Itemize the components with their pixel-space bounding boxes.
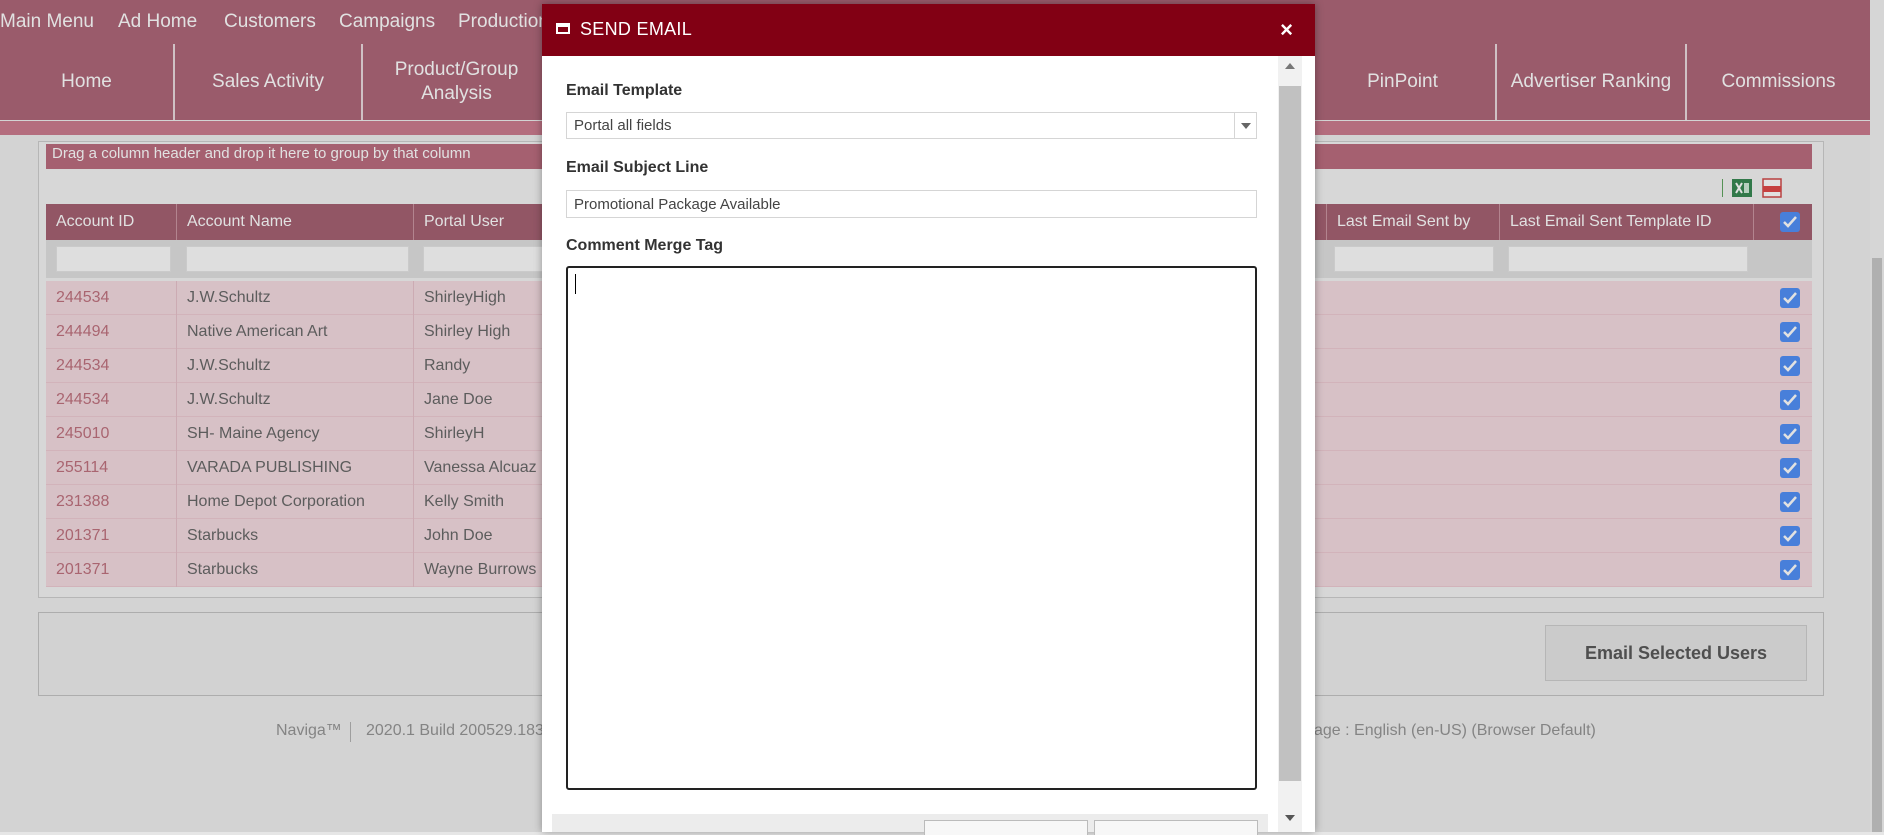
dialog-title: SEND EMAIL: [580, 19, 693, 39]
send-email-dialog: SEND EMAIL × Email Template Portal all f…: [542, 4, 1315, 835]
close-icon[interactable]: ×: [1280, 17, 1293, 43]
dialog-scrollbar-thumb[interactable]: [1279, 86, 1301, 781]
dialog-footer-button-2[interactable]: [1094, 820, 1258, 835]
up-triangle: [1285, 63, 1295, 69]
email-template-select[interactable]: Portal all fields: [566, 112, 1257, 139]
dialog-body: Email Template Portal all fields Email S…: [542, 56, 1276, 826]
dialog-scrollbar[interactable]: [1278, 56, 1302, 832]
dialog-footer: [552, 814, 1268, 835]
dialog-titlebar: SEND EMAIL ×: [542, 4, 1315, 56]
comment-merge-tag-textarea[interactable]: [566, 266, 1257, 790]
email-template-label: Email Template: [566, 82, 683, 99]
dialog-footer-button-1[interactable]: [924, 820, 1088, 835]
email-subject-input[interactable]: Promotional Package Available: [566, 190, 1257, 218]
email-subject-label: Email Subject Line: [566, 159, 709, 176]
text-caret: [575, 274, 576, 294]
window-icon: [556, 23, 570, 34]
comment-merge-tag-label: Comment Merge Tag: [566, 237, 724, 254]
dropdown-triangle: [1240, 122, 1251, 129]
scroll-down-icon[interactable]: [1278, 808, 1302, 828]
email-template-value: Portal all fields: [574, 117, 672, 134]
chevron-down-icon[interactable]: [1234, 113, 1256, 138]
down-triangle: [1285, 815, 1295, 821]
scroll-up-icon[interactable]: [1278, 56, 1302, 76]
